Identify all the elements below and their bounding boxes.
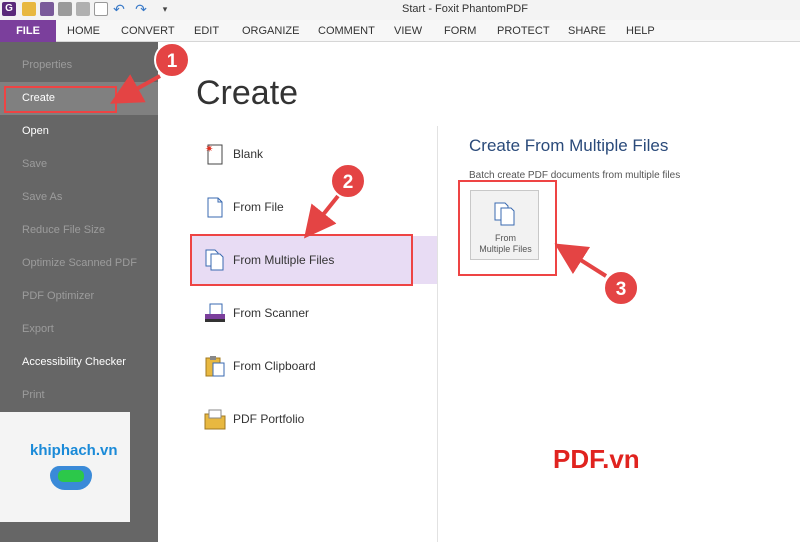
blank-page-icon: ✷ [204, 142, 226, 166]
menu-view[interactable]: VIEW [394, 20, 422, 42]
create-option-label: From Clipboard [233, 359, 316, 373]
window-title: Start - Foxit PhantomPDF [402, 3, 528, 15]
menu-protect[interactable]: PROTECT [497, 20, 550, 42]
sidebar-item-export[interactable]: Export [0, 313, 158, 346]
panel-divider [437, 126, 438, 542]
title-bar: G ↶ ↷ ▾ Start - Foxit PhantomPDF [0, 0, 800, 20]
sidebar-item-accessibility-checker[interactable]: Accessibility Checker [0, 346, 158, 379]
sidebar-item-open[interactable]: Open [0, 115, 158, 148]
step-number-3: 3 [616, 279, 627, 300]
watermark-text: khiphach.vn [30, 442, 118, 459]
file-icon [204, 195, 226, 219]
menu-form[interactable]: FORM [444, 20, 476, 42]
create-option-label: PDF Portfolio [233, 412, 305, 426]
create-option-label: From Scanner [233, 306, 310, 320]
create-option-label: From File [233, 200, 284, 214]
step-badge-3 [603, 270, 639, 306]
create-option-from-file[interactable]: From File [192, 183, 437, 231]
brand-watermark: PDF.vn [553, 444, 640, 474]
menu-convert[interactable]: CONVERT [121, 20, 175, 42]
clipboard-icon [204, 354, 226, 378]
detail-title: Create From Multiple Files [469, 136, 669, 155]
portfolio-icon [204, 407, 226, 431]
create-option-blank[interactable]: ✷ Blank [192, 130, 437, 178]
step-badge-1 [154, 42, 190, 78]
gamepad-icon [50, 466, 92, 490]
sidebar-item-optimize-scanned[interactable]: Optimize Scanned PDF [0, 247, 158, 280]
menu-edit[interactable]: EDIT [194, 20, 219, 42]
callout-box-create [4, 86, 117, 113]
menu-file[interactable]: FILE [0, 20, 56, 42]
menu-home[interactable]: HOME [67, 20, 100, 42]
menu-share[interactable]: SHARE [568, 20, 606, 42]
arrow-3 [554, 243, 608, 278]
callout-box-tile [458, 180, 557, 276]
step-number-1: 1 [167, 51, 178, 72]
sidebar-item-pdf-optimizer[interactable]: PDF Optimizer [0, 280, 158, 313]
watermark-logo: khiphach.vn [0, 412, 130, 522]
scanner-icon [204, 301, 226, 325]
sidebar-item-reduce-file-size[interactable]: Reduce File Size [0, 214, 158, 247]
create-option-pdf-portfolio[interactable]: PDF Portfolio [192, 395, 437, 443]
callout-box-multiple-files [190, 234, 413, 286]
create-option-from-clipboard[interactable]: From Clipboard [192, 342, 437, 390]
sidebar-item-print[interactable]: Print [0, 379, 158, 412]
svg-text:✷: ✷ [205, 144, 213, 155]
menu-comment[interactable]: COMMENT [318, 20, 375, 42]
menu-bar: FILE HOME CONVERT EDIT ORGANIZE COMMENT … [0, 20, 800, 42]
sidebar-item-properties[interactable]: Properties [0, 49, 158, 82]
menu-help[interactable]: HELP [626, 20, 655, 42]
sidebar-item-save-as[interactable]: Save As [0, 181, 158, 214]
page-title: Create [196, 74, 299, 112]
create-option-label: Blank [233, 147, 264, 161]
create-option-from-scanner[interactable]: From Scanner [192, 289, 437, 337]
menu-organize[interactable]: ORGANIZE [242, 20, 299, 42]
sidebar-item-save[interactable]: Save [0, 148, 158, 181]
